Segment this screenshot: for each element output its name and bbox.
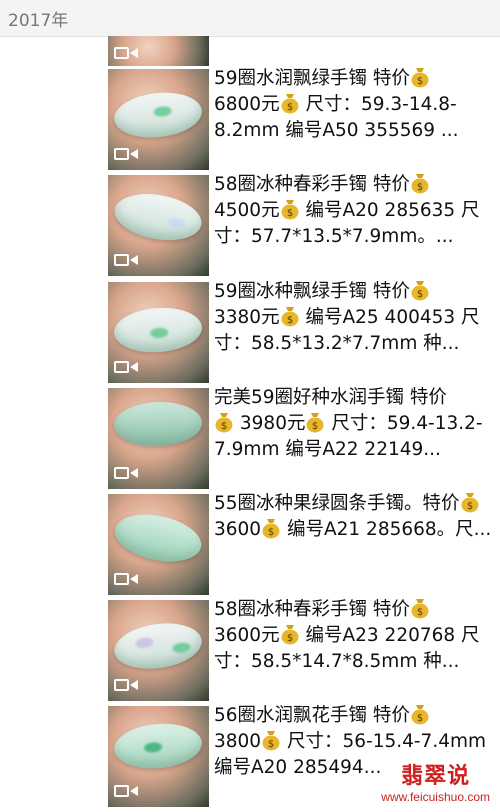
post-thumbnail[interactable] bbox=[108, 706, 209, 807]
post-text[interactable]: 58圈冰种春彩手镯 特价 $3600元 $ 编号A23 220768 尺寸：58.5… bbox=[214, 597, 496, 675]
post-item[interactable]: 58圈冰种春彩手镯 特价 $3600元 $ 编号A23 220768 尺寸：58.5… bbox=[108, 597, 500, 701]
svg-text:$: $ bbox=[286, 102, 292, 113]
header-bar: 2017年 bbox=[0, 0, 500, 37]
svg-text:$: $ bbox=[466, 501, 472, 512]
money-bag-icon: $ bbox=[281, 625, 299, 645]
svg-text:$: $ bbox=[286, 208, 292, 219]
svg-text:$: $ bbox=[286, 633, 292, 644]
post-item[interactable]: 58圈冰种春彩手镯 特价 $4500元 $ 编号A20 285635 尺寸：57.7… bbox=[108, 172, 500, 276]
post-thumbnail[interactable] bbox=[108, 175, 209, 276]
post-price: 3600元 bbox=[214, 625, 280, 646]
partial-post[interactable] bbox=[108, 36, 500, 66]
money-bag-icon: $ bbox=[281, 307, 299, 327]
svg-text:$: $ bbox=[221, 421, 227, 432]
video-icon bbox=[114, 147, 140, 163]
post-item[interactable]: 完美59圈好种水润手镯 特价 $ 3980元 $ 尺寸：59.4-13.2-7.9m… bbox=[108, 385, 500, 489]
post-title: 55圈冰种果绿圆条手镯。特价 bbox=[214, 493, 460, 514]
watermark-title: 翡翠说 bbox=[401, 764, 471, 789]
money-bag-icon: $ bbox=[411, 281, 429, 301]
post-thumbnail[interactable] bbox=[108, 600, 209, 701]
money-bag-icon: $ bbox=[281, 94, 299, 114]
post-title: 58圈冰种春彩手镯 特价 bbox=[214, 174, 410, 195]
money-bag-icon: $ bbox=[411, 174, 429, 194]
svg-text:$: $ bbox=[268, 739, 274, 750]
video-icon bbox=[114, 784, 140, 800]
svg-text:$: $ bbox=[312, 421, 318, 432]
svg-text:$: $ bbox=[417, 182, 423, 193]
money-bag-icon: $ bbox=[411, 705, 429, 725]
video-icon bbox=[114, 360, 140, 376]
post-text[interactable]: 59圈水润飘绿手镯 特价 $6800元 $ 尺寸：59.3-14.8-8.2mm 编… bbox=[214, 66, 496, 144]
video-icon bbox=[114, 46, 140, 62]
post-title: 58圈冰种春彩手镯 特价 bbox=[214, 599, 410, 620]
post-price: 3600 bbox=[214, 519, 262, 540]
post-text[interactable]: 59圈冰种飘绿手镯 特价 $3380元 $ 编号A25 400453 尺寸：58.5… bbox=[214, 279, 496, 357]
post-price: 3800 bbox=[214, 731, 262, 752]
video-icon bbox=[114, 572, 140, 588]
video-icon bbox=[114, 678, 140, 694]
money-bag-icon: $ bbox=[281, 200, 299, 220]
post-thumbnail[interactable] bbox=[108, 388, 209, 489]
money-bag-icon: $ bbox=[461, 493, 479, 513]
post-title: 56圈水润飘花手镯 特价 bbox=[214, 705, 410, 726]
video-icon bbox=[114, 466, 140, 482]
video-icon bbox=[114, 253, 140, 269]
money-bag-icon: $ bbox=[411, 68, 429, 88]
svg-text:$: $ bbox=[417, 289, 423, 300]
post-details: 编号A21 285668。尺... bbox=[281, 519, 492, 540]
post-thumbnail[interactable] bbox=[108, 282, 209, 383]
post-thumbnail[interactable] bbox=[108, 69, 209, 170]
money-bag-icon: $ bbox=[262, 731, 280, 751]
post-price: 4500元 bbox=[214, 200, 280, 221]
year-label: 2017年 bbox=[8, 11, 69, 31]
post-thumbnail[interactable] bbox=[108, 494, 209, 595]
money-bag-icon: $ bbox=[411, 599, 429, 619]
svg-text:$: $ bbox=[417, 713, 423, 724]
post-text[interactable]: 55圈冰种果绿圆条手镯。特价 $ 3600 $ 编号A21 285668。尺... bbox=[214, 491, 496, 543]
site-watermark: 翡翠说 www.feicuishuo.com bbox=[381, 758, 490, 804]
post-thumbnail[interactable] bbox=[108, 36, 209, 66]
post-price: 3980元 bbox=[234, 413, 306, 434]
post-title: 59圈冰种飘绿手镯 特价 bbox=[214, 281, 410, 302]
svg-text:$: $ bbox=[417, 76, 423, 87]
post-price: 6800元 bbox=[214, 94, 280, 115]
post-title: 59圈水润飘绿手镯 特价 bbox=[214, 68, 410, 89]
watermark-url: www.feicuishuo.com bbox=[381, 790, 490, 804]
post-title: 完美59圈好种水润手镯 特价 bbox=[214, 387, 447, 408]
post-item[interactable]: 59圈冰种飘绿手镯 特价 $3380元 $ 编号A25 400453 尺寸：58.5… bbox=[108, 279, 500, 383]
svg-text:$: $ bbox=[268, 527, 274, 538]
money-bag-icon: $ bbox=[262, 519, 280, 539]
money-bag-icon: $ bbox=[215, 413, 233, 433]
post-text[interactable]: 58圈冰种春彩手镯 特价 $4500元 $ 编号A20 285635 尺寸：57.7… bbox=[214, 172, 496, 250]
money-bag-icon: $ bbox=[306, 413, 324, 433]
svg-text:$: $ bbox=[286, 315, 292, 326]
post-item[interactable]: 59圈水润飘绿手镯 特价 $6800元 $ 尺寸：59.3-14.8-8.2mm 编… bbox=[108, 66, 500, 170]
svg-text:$: $ bbox=[417, 607, 423, 618]
post-item[interactable]: 55圈冰种果绿圆条手镯。特价 $ 3600 $ 编号A21 285668。尺... bbox=[108, 491, 500, 595]
post-price: 3380元 bbox=[214, 307, 280, 328]
post-text[interactable]: 完美59圈好种水润手镯 特价 $ 3980元 $ 尺寸：59.4-13.2-7.9m… bbox=[214, 385, 496, 463]
